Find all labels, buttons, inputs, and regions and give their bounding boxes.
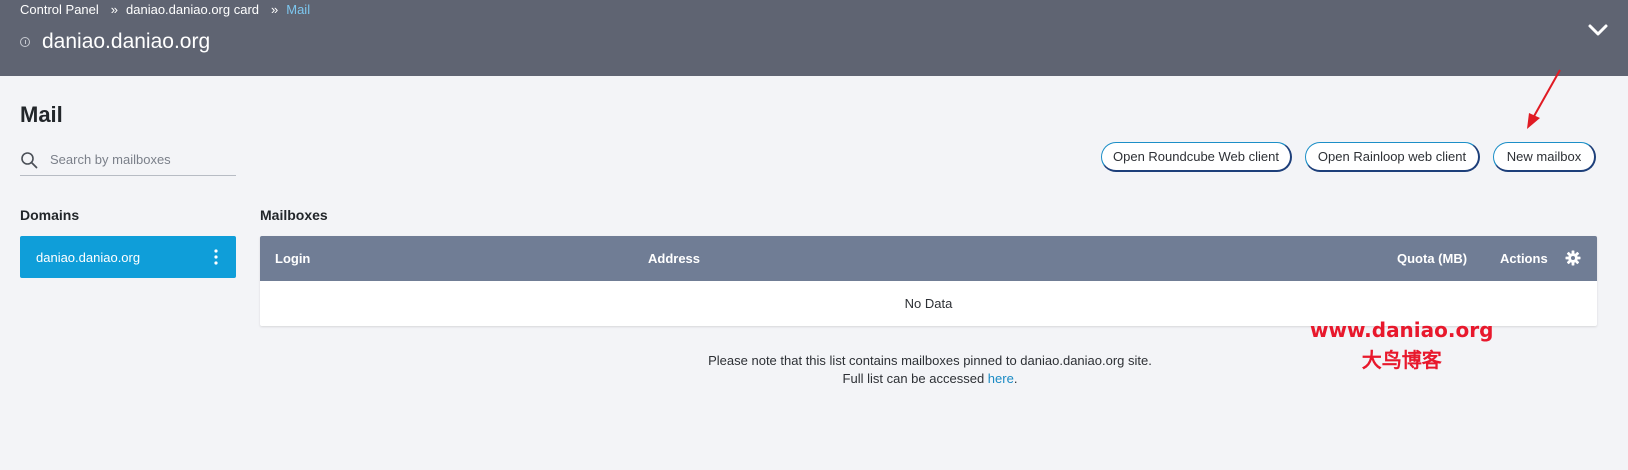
watermark-name: 大鸟博客 — [1361, 348, 1442, 372]
site-title-row: daniao.daniao.org — [20, 30, 210, 54]
domains-heading: Domains — [20, 207, 80, 223]
watermark: www.daniao.org 大鸟博客 — [1310, 318, 1493, 373]
breadcrumb: Control Panel » daniao.daniao.org card »… — [20, 2, 310, 17]
info-icon[interactable] — [20, 37, 30, 47]
column-header-login[interactable]: Login — [275, 251, 310, 266]
breadcrumb-separator: » — [110, 2, 119, 17]
domain-item[interactable]: daniao.daniao.org — [20, 236, 236, 278]
new-mailbox-button[interactable]: New mailbox — [1493, 142, 1596, 172]
note-suffix: . — [1013, 371, 1018, 386]
note-line-1: Please note that this list contains mail… — [708, 353, 1152, 368]
top-header: Control Panel » daniao.daniao.org card »… — [0, 0, 1628, 76]
mailboxes-heading: Mailboxes — [260, 207, 328, 223]
full-list-link[interactable]: here — [988, 371, 1014, 386]
watermark-url: www.daniao.org — [1310, 318, 1494, 342]
domain-item-label: daniao.daniao.org — [36, 249, 141, 265]
breadcrumb-domain-card[interactable]: daniao.daniao.org card — [126, 2, 259, 17]
chevron-down-icon[interactable] — [1586, 20, 1610, 40]
kebab-menu-icon[interactable] — [214, 249, 218, 265]
open-rainloop-button[interactable]: Open Rainloop web client — [1305, 142, 1480, 172]
search-icon — [21, 151, 38, 168]
column-header-quota[interactable]: Quota (MB) — [1397, 251, 1467, 266]
annotation-arrow — [1527, 69, 1561, 129]
column-header-actions: Actions — [1500, 251, 1548, 266]
column-header-address[interactable]: Address — [648, 251, 700, 266]
breadcrumb-mail: Mail — [286, 2, 311, 17]
note-line-2: Full list can be accessed here. — [700, 370, 1160, 388]
gear-icon[interactable] — [1565, 250, 1581, 266]
page-title: Mail — [20, 102, 63, 127]
search-input[interactable] — [50, 152, 220, 167]
breadcrumb-control-panel[interactable]: Control Panel — [20, 2, 99, 17]
mailbox-note: Please note that this list contains mail… — [700, 352, 1160, 388]
mailboxes-table: Login Address Quota (MB) Actions No Data — [260, 236, 1597, 326]
note-prefix: Full list can be accessed — [842, 371, 988, 386]
table-header: Login Address Quota (MB) Actions — [260, 236, 1597, 281]
site-title: daniao.daniao.org — [42, 30, 211, 53]
breadcrumb-separator: » — [271, 2, 279, 17]
search-box — [20, 144, 236, 176]
open-roundcube-button[interactable]: Open Roundcube Web client — [1101, 142, 1292, 172]
